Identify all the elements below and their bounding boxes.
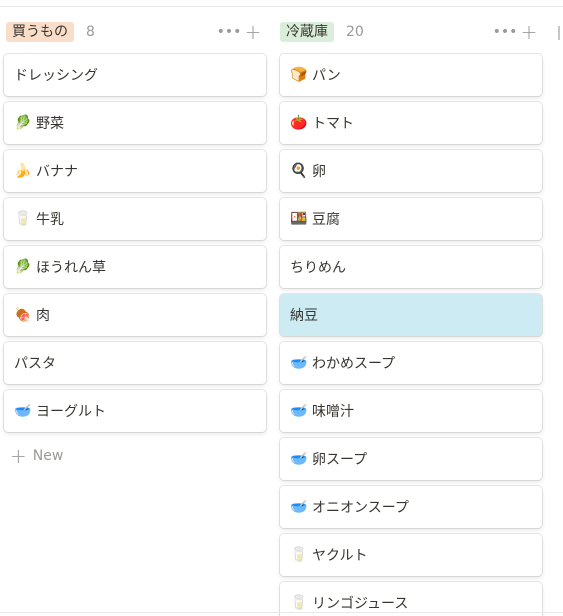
card-title: パン [312, 68, 341, 84]
card[interactable]: 🍳 卵 [280, 150, 542, 192]
card-title: トマト [312, 116, 354, 132]
milk-glass-icon: 🥛 [290, 595, 308, 611]
card-title: 野菜 [36, 116, 64, 132]
meat-on-bone-icon: 🍖 [14, 307, 32, 323]
card-title: リンゴジュース [312, 596, 409, 612]
add-card-icon[interactable]: + [242, 20, 264, 44]
card-title: ちりめん [290, 260, 346, 276]
card[interactable]: 🍅 トマト [280, 102, 542, 144]
card[interactable]: 🍌 バナナ [4, 150, 266, 192]
card[interactable]: 🥣 わかめスープ [280, 342, 542, 384]
column-count: 8 [86, 24, 95, 40]
bread-icon: 🍞 [290, 67, 308, 83]
plus-icon: + [10, 444, 27, 468]
bowl-icon: 🥣 [290, 499, 308, 515]
card[interactable]: 🥣 卵スープ [280, 438, 542, 480]
milk-glass-icon: 🥛 [290, 547, 308, 563]
card[interactable]: 🥛 リンゴジュース [280, 582, 542, 616]
top-divider [0, 6, 563, 7]
card-title: 味噌汁 [312, 404, 354, 420]
card-title: 牛乳 [36, 212, 64, 228]
card-selected[interactable]: 納豆 [280, 294, 542, 336]
card-title: ヤクルト [312, 548, 368, 564]
card-title: 豆腐 [312, 212, 340, 228]
bento-box-icon: 🍱 [290, 211, 308, 227]
card-title: 卵 [312, 164, 326, 180]
card[interactable]: ちりめん [280, 246, 542, 288]
card[interactable]: パスタ [4, 342, 266, 384]
column-header: 冷蔵庫 20 ••• + [280, 20, 542, 44]
card-title: ドレッシング [14, 68, 98, 84]
leafy-greens-icon: 🥬 [14, 259, 32, 275]
card-title: 納豆 [290, 308, 318, 324]
bowl-icon: 🥣 [290, 451, 308, 467]
card[interactable]: 🥣 オニオンスープ [280, 486, 542, 528]
card-title: ヨーグルト [36, 404, 106, 420]
bowl-icon: 🥣 [290, 403, 308, 419]
milk-glass-icon: 🥛 [14, 211, 32, 227]
column-reizouko: 冷蔵庫 20 ••• + 🍞 パン 🍅 トマト 🍳 卵 🍱 豆腐 ちりめん 納豆 🥣 わか… [280, 20, 542, 616]
bowl-icon: 🥣 [290, 355, 308, 371]
card[interactable]: 🍖 肉 [4, 294, 266, 336]
tomato-icon: 🍅 [290, 115, 308, 131]
bottom-divider [0, 612, 563, 613]
banana-icon: 🍌 [14, 163, 32, 179]
card[interactable]: 🥛 ヤクルト [280, 534, 542, 576]
card-title: 肉 [36, 308, 50, 324]
new-card-label: New [32, 448, 64, 464]
more-options-icon[interactable]: ••• [493, 21, 518, 43]
card[interactable]: 🍞 パン [280, 54, 542, 96]
card[interactable]: ドレッシング [4, 54, 266, 96]
card-title: オニオンスープ [312, 500, 409, 516]
card-title: ほうれん草 [36, 260, 106, 276]
card[interactable]: 🥣 味噌汁 [280, 390, 542, 432]
card-title: わかめスープ [312, 356, 396, 372]
column-count: 20 [346, 24, 364, 40]
fried-egg-icon: 🍳 [290, 163, 308, 179]
card-list: ドレッシング 🥬 野菜 🍌 バナナ 🥛 牛乳 🥬 ほうれん草 🍖 肉 パスタ 🥣 ヨーグルト [4, 54, 266, 432]
card-title: パスタ [14, 356, 56, 372]
more-options-icon[interactable]: ••• [217, 21, 242, 43]
add-card-icon[interactable]: + [518, 20, 540, 44]
card-list: 🍞 パン 🍅 トマト 🍳 卵 🍱 豆腐 ちりめん 納豆 🥣 わかめスープ 🥣 味噌汁 🥣 卵ス… [280, 54, 542, 616]
card[interactable]: 🍱 豆腐 [280, 198, 542, 240]
card[interactable]: 🥬 野菜 [4, 102, 266, 144]
card[interactable]: 🥣 ヨーグルト [4, 390, 266, 432]
kanban-board: 買うもの 8 ••• + ドレッシング 🥬 野菜 🍌 バナナ 🥛 牛乳 🥬 ほうれん草 … [0, 0, 563, 616]
column-title-tag[interactable]: 買うもの [6, 22, 74, 42]
column-header: 買うもの 8 ••• + [4, 20, 266, 44]
card-title: バナナ [36, 164, 78, 180]
column-title-tag[interactable]: 冷蔵庫 [280, 22, 334, 42]
leafy-greens-icon: 🥬 [14, 115, 32, 131]
column-kaumono: 買うもの 8 ••• + ドレッシング 🥬 野菜 🍌 バナナ 🥛 牛乳 🥬 ほうれん草 … [4, 20, 266, 468]
card[interactable]: 🥛 牛乳 [4, 198, 266, 240]
next-column-edge [558, 26, 560, 40]
new-card-button[interactable]: + New [10, 444, 266, 468]
card[interactable]: 🥬 ほうれん草 [4, 246, 266, 288]
card-title: 卵スープ [312, 452, 368, 468]
bowl-icon: 🥣 [14, 403, 32, 419]
